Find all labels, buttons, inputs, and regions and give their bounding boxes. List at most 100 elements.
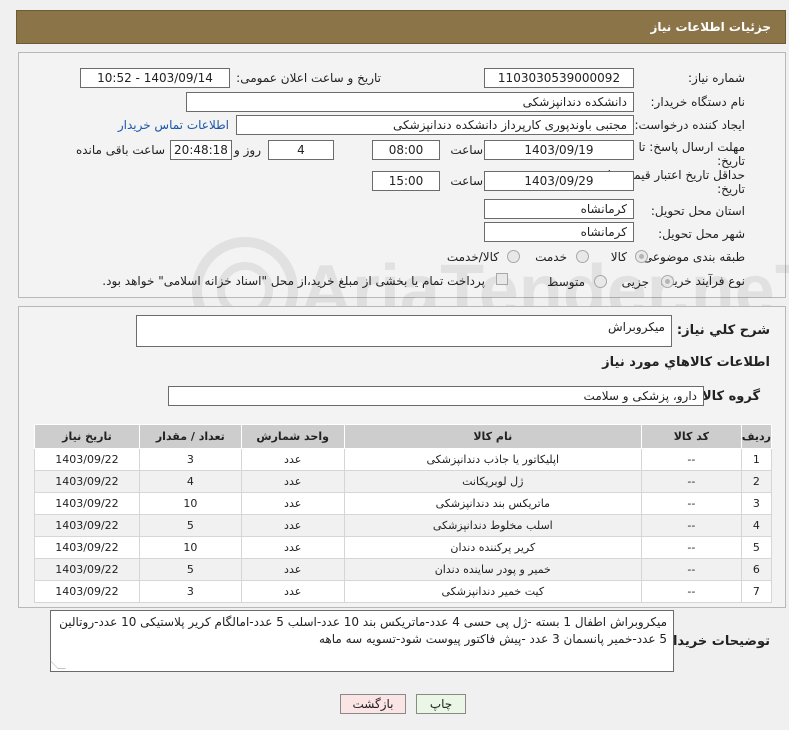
buyer-notes-field[interactable]: میکروبراش اطفال 1 بسته -ژل پی حسی 4 عدد-…	[50, 610, 674, 672]
back-button[interactable]: بازگشت	[340, 694, 406, 714]
col-header-qty: تعداد / مقدار	[138, 424, 242, 449]
announce-date-label: تاریخ و ساعت اعلان عمومی:	[236, 71, 381, 85]
table-row[interactable]: 1 -- اپلیکاتور یا جاذب دندانپزشکی عدد 3 …	[34, 448, 773, 471]
item-date: 1403/09/22	[34, 448, 140, 471]
category-label: طبقه بندی موضوعی:	[638, 250, 745, 264]
item-qty: 5	[138, 558, 242, 581]
creator-label: ایجاد کننده درخواست:	[634, 118, 745, 132]
row-number: 3	[740, 492, 773, 515]
col-header-row: ردیف	[740, 424, 773, 449]
process-medium-label: متوسط	[547, 275, 585, 289]
validity-time-field[interactable]: 15:00	[372, 171, 440, 191]
row-number: 1	[740, 448, 773, 471]
item-qty: 10	[138, 492, 242, 515]
goods-group-field[interactable]: دارو، پزشکی و سلامت	[168, 386, 704, 406]
item-unit: عدد	[240, 470, 345, 493]
goods-section-title: اطلاعات کالاهاي مورد نياز	[602, 355, 770, 370]
category-goods-radio[interactable]	[635, 250, 648, 263]
province-label: استان محل تحویل:	[650, 204, 745, 218]
creator-field[interactable]: مجتبی باوندپوری کارپرداز دانشکده دندانپز…	[236, 115, 634, 135]
goods-group-label: گروه کالا:	[696, 389, 760, 404]
item-unit: عدد	[240, 558, 345, 581]
page-title: جزئیات اطلاعات نیاز	[650, 20, 771, 34]
table-row[interactable]: 4 -- اسلب مخلوط دندانپزشکی عدد 5 1403/09…	[34, 514, 773, 537]
process-minor-radio[interactable]	[661, 275, 674, 288]
deadline-time-label: ساعت	[450, 143, 483, 157]
buyer-contact-link[interactable]: اطلاعات تماس خریدار	[118, 118, 229, 132]
item-qty: 5	[138, 514, 242, 537]
treasury-payment-note: پرداخت تمام یا بخشی از مبلغ خرید،از محل …	[102, 274, 485, 288]
table-row[interactable]: 5 -- کریر پرکننده دندان عدد 10 1403/09/2…	[34, 536, 773, 559]
validity-time-label: ساعت	[450, 174, 483, 188]
remaining-time-field[interactable]: 20:48:18	[170, 140, 232, 160]
buyer-org-label: نام دستگاه خریدار:	[650, 95, 746, 109]
row-number: 4	[740, 514, 773, 537]
deadline-date-field[interactable]: 1403/09/19	[484, 140, 634, 160]
item-name: اپلیکاتور یا جاذب دندانپزشکی	[343, 448, 642, 471]
item-unit: عدد	[240, 514, 345, 537]
item-code: --	[640, 558, 742, 581]
category-service-label: خدمت	[535, 250, 567, 264]
row-number: 2	[740, 470, 773, 493]
item-unit: عدد	[240, 448, 345, 471]
col-header-name: نام کالا	[343, 424, 642, 449]
table-row[interactable]: 7 -- کیت خمیر دندانپزشکی عدد 3 1403/09/2…	[34, 580, 773, 603]
row-number: 6	[740, 558, 773, 581]
item-qty: 3	[138, 448, 242, 471]
row-number: 7	[740, 580, 773, 603]
validity-date-field[interactable]: 1403/09/29	[484, 171, 634, 191]
summary-field[interactable]: میکروبراش	[136, 315, 672, 347]
item-date: 1403/09/22	[34, 536, 140, 559]
validity-label-2: تاریخ:	[717, 182, 745, 196]
need-number-field[interactable]: 1103030539000092	[484, 68, 634, 88]
deadline-label: مهلت ارسال پاسخ: تا	[638, 140, 745, 154]
announce-date-field[interactable]: 1403/09/14 - 10:52	[80, 68, 230, 88]
need-number-label: شماره نیاز:	[688, 71, 745, 85]
process-medium-radio[interactable]	[594, 275, 607, 288]
item-name: کیت خمیر دندانپزشکی	[343, 580, 642, 603]
table-row[interactable]: 6 -- خمیر و پودر ساینده دندان عدد 5 1403…	[34, 558, 773, 581]
resize-grip-icon[interactable]	[50, 661, 66, 669]
col-header-code: کد کالا	[640, 424, 742, 449]
item-code: --	[640, 536, 742, 559]
col-header-date: تاریخ نیاز	[34, 424, 140, 449]
item-code: --	[640, 448, 742, 471]
print-button[interactable]: چاپ	[416, 694, 466, 714]
summary-label: شرح کلي نياز:	[676, 323, 770, 338]
item-name: ژل لوبریکانت	[343, 470, 642, 493]
category-service-radio[interactable]	[576, 250, 589, 263]
item-date: 1403/09/22	[34, 492, 140, 515]
treasury-payment-checkbox[interactable]	[496, 273, 508, 285]
deadline-label-2: تاریخ:	[717, 154, 745, 168]
page-header: جزئیات اطلاعات نیاز	[16, 10, 786, 44]
days-label: روز و	[234, 143, 261, 157]
province-field[interactable]: کرمانشاه	[484, 199, 634, 219]
item-date: 1403/09/22	[34, 558, 140, 581]
item-code: --	[640, 514, 742, 537]
item-code: --	[640, 492, 742, 515]
category-both-radio[interactable]	[507, 250, 520, 263]
row-number: 5	[740, 536, 773, 559]
goods-table: ردیف کد کالا نام کالا واحد شمارش تعداد /…	[34, 424, 773, 603]
item-name: خمیر و پودر ساینده دندان	[343, 558, 642, 581]
buyer-notes-label: توضیحات خریدار:	[660, 634, 770, 649]
buyer-org-field[interactable]: دانشکده دندانپزشکی	[186, 92, 634, 112]
item-unit: عدد	[240, 580, 345, 603]
city-field[interactable]: کرمانشاه	[484, 222, 634, 242]
table-row[interactable]: 3 -- ماتریکس بند دندانپزشکی عدد 10 1403/…	[34, 492, 773, 515]
item-name: ماتریکس بند دندانپزشکی	[343, 492, 642, 515]
category-goods-label: کالا	[610, 250, 627, 264]
deadline-time-field[interactable]: 08:00	[372, 140, 440, 160]
city-label: شهر محل تحویل:	[658, 227, 745, 241]
item-name: اسلب مخلوط دندانپزشکی	[343, 514, 642, 537]
item-unit: عدد	[240, 492, 345, 515]
item-qty: 10	[138, 536, 242, 559]
remaining-days-field[interactable]: 4	[268, 140, 334, 160]
table-row[interactable]: 2 -- ژل لوبریکانت عدد 4 1403/09/22	[34, 470, 773, 493]
item-qty: 4	[138, 470, 242, 493]
item-date: 1403/09/22	[34, 580, 140, 603]
process-minor-label: جزیی	[621, 275, 649, 289]
item-code: --	[640, 470, 742, 493]
item-date: 1403/09/22	[34, 514, 140, 537]
remaining-time-label: ساعت باقی مانده	[75, 143, 165, 157]
